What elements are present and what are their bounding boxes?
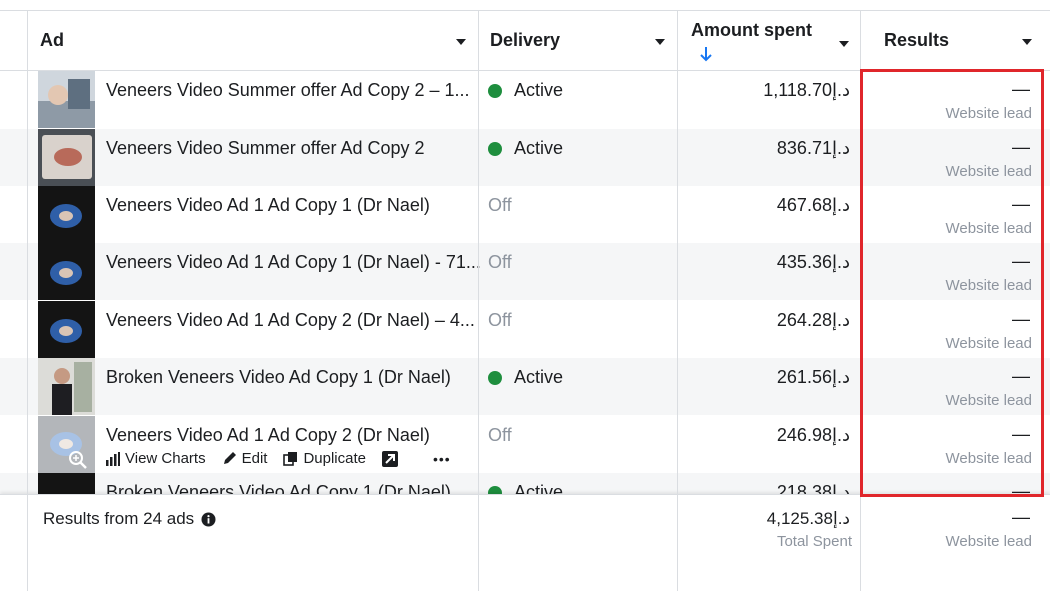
ad-thumbnail[interactable] xyxy=(38,301,95,358)
ad-name[interactable]: Broken Veneers Video Ad Copy 1 (Dr Nael) xyxy=(106,367,451,388)
amount-spent: 218.38د.إ xyxy=(776,482,850,494)
duplicate-icon xyxy=(283,452,298,466)
table-header: Ad Delivery Amount spent Results xyxy=(0,11,1050,71)
more-options-button[interactable]: ••• xyxy=(433,451,451,467)
column-divider xyxy=(27,10,28,591)
column-header-delivery[interactable]: Delivery xyxy=(490,11,560,70)
total-result-label: Website lead xyxy=(945,533,1032,550)
amount-spent: 1,118.70د.إ xyxy=(763,80,850,100)
ad-thumbnail[interactable] xyxy=(38,243,95,300)
ad-name[interactable]: Veneers Video Summer offer Ad Copy 2 xyxy=(106,138,425,159)
delivery-status: Active xyxy=(488,138,563,159)
ad-thumbnail[interactable] xyxy=(38,416,95,473)
results-summary-footer: Results from 24 ads 4,125.38د.إ Total Sp… xyxy=(0,494,1050,592)
results-column-highlight-box xyxy=(860,69,1044,497)
ad-thumbnail[interactable] xyxy=(38,71,95,128)
total-spent-label: Total Spent xyxy=(776,533,852,550)
results-column-dropdown-icon[interactable] xyxy=(1022,39,1032,45)
view-charts-button[interactable]: View Charts xyxy=(106,450,206,467)
delivery-status: Active xyxy=(488,367,563,388)
total-amount-spent: 4,125.38د.إ xyxy=(766,509,850,528)
amount-spent: 264.28د.إ xyxy=(776,310,850,330)
amount-spent: 246.98د.إ xyxy=(776,425,850,445)
active-status-dot-icon xyxy=(488,485,502,494)
amount-column-dropdown-icon[interactable] xyxy=(839,41,849,47)
column-divider xyxy=(677,10,678,591)
ad-thumbnail[interactable] xyxy=(38,129,95,186)
sort-descending-arrow-icon[interactable] xyxy=(699,45,713,63)
delivery-status: Off xyxy=(488,252,512,272)
edit-button[interactable]: Edit xyxy=(222,450,267,467)
ad-name[interactable]: Veneers Video Ad 1 Ad Copy 1 (Dr Nael) -… xyxy=(106,252,481,273)
ad-name[interactable]: Broken Veneers Video Ad Copy 1 (Dr Nael) xyxy=(106,482,451,494)
top-toolbar-strip xyxy=(0,0,1050,11)
active-status-dot-icon xyxy=(488,83,502,98)
open-external-icon xyxy=(382,450,398,467)
ad-name[interactable]: Veneers Video Ad 1 Ad Copy 2 (Dr Nael) xyxy=(106,425,430,446)
delivery-status: Active xyxy=(488,482,563,494)
ad-name[interactable]: Veneers Video Summer offer Ad Copy 2 – 1… xyxy=(106,80,470,101)
amount-spent: 261.56د.إ xyxy=(776,367,850,387)
duplicate-button[interactable]: Duplicate xyxy=(283,450,366,467)
delivery-status: Off xyxy=(488,425,512,445)
active-status-dot-icon xyxy=(488,370,502,385)
amount-spent: 435.36د.إ xyxy=(776,252,850,272)
amount-spent: 836.71د.إ xyxy=(776,138,850,158)
column-header-ad[interactable]: Ad xyxy=(40,11,64,70)
total-result-value: — xyxy=(1012,507,1030,527)
zoom-preview-icon[interactable] xyxy=(68,450,88,470)
ad-thumbnail[interactable] xyxy=(38,358,95,415)
delivery-column-dropdown-icon[interactable] xyxy=(655,39,665,45)
ad-thumbnail[interactable] xyxy=(38,473,95,494)
summary-label: Results from 24 ads xyxy=(43,509,216,529)
column-header-results[interactable]: Results xyxy=(884,11,949,70)
column-divider xyxy=(478,10,479,591)
ad-column-dropdown-icon[interactable] xyxy=(456,39,466,45)
ad-thumbnail[interactable] xyxy=(38,186,95,243)
delivery-status: Active xyxy=(488,80,563,101)
pencil-icon xyxy=(223,452,236,464)
delivery-status: Off xyxy=(488,195,512,215)
delivery-status: Off xyxy=(488,310,512,330)
ad-name[interactable]: Veneers Video Ad 1 Ad Copy 1 (Dr Nael) xyxy=(106,195,430,216)
bar-chart-icon xyxy=(106,451,120,466)
open-external-button[interactable] xyxy=(382,450,403,467)
info-icon[interactable] xyxy=(201,512,216,527)
row-action-bar: View Charts Edit Duplicate ••• xyxy=(106,450,467,467)
ad-name[interactable]: Veneers Video Ad 1 Ad Copy 2 (Dr Nael) –… xyxy=(106,310,475,331)
active-status-dot-icon xyxy=(488,141,502,156)
more-options-icon: ••• xyxy=(433,450,451,467)
amount-spent: 467.68د.إ xyxy=(776,195,850,215)
